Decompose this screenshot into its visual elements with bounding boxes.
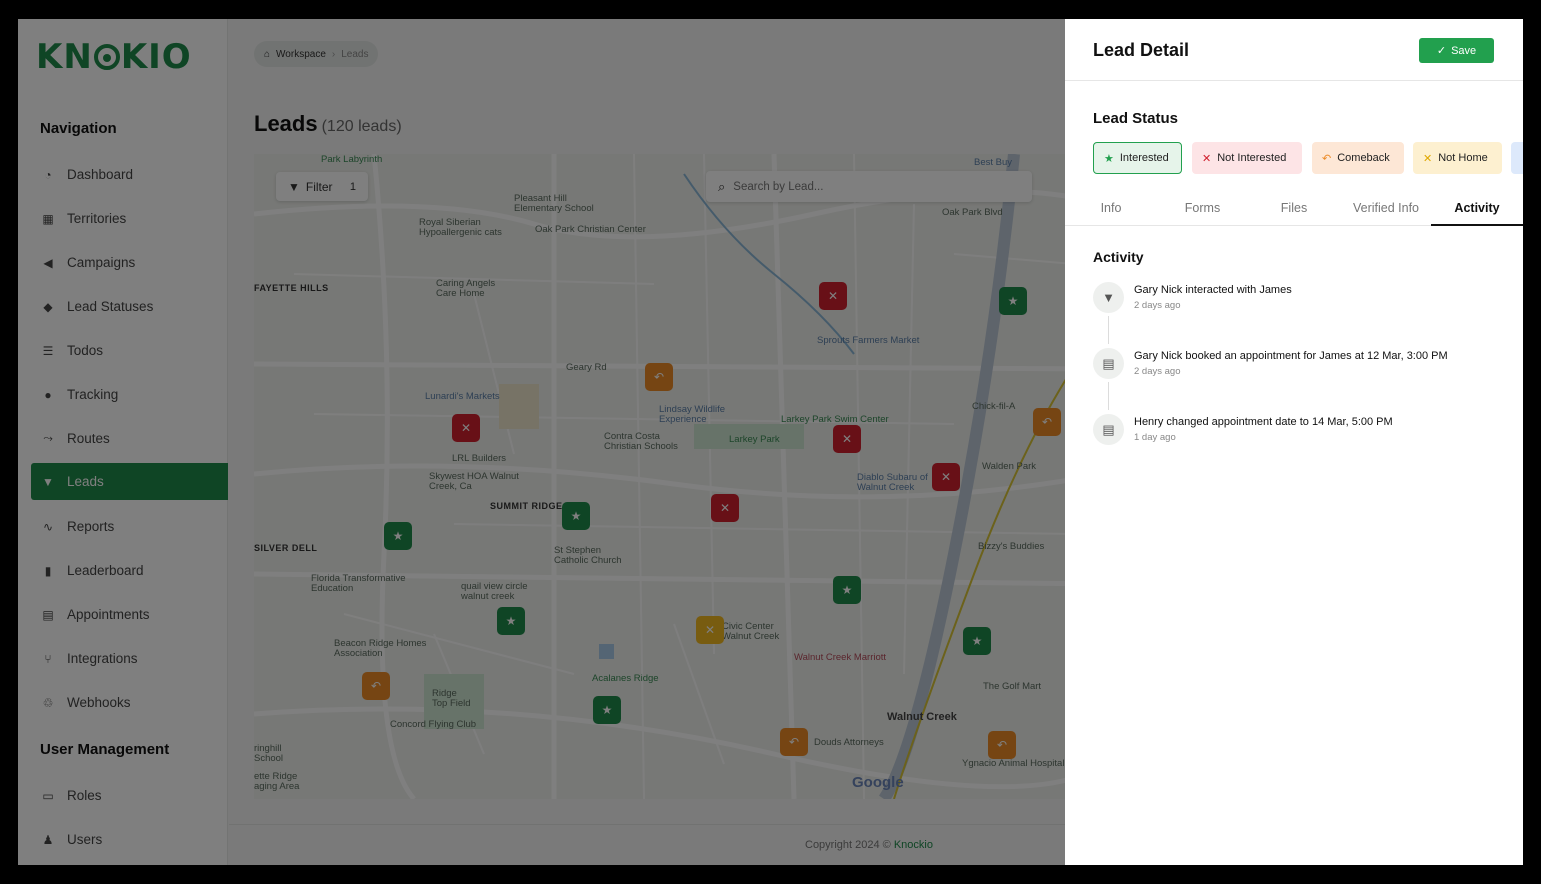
- activity-time: 2 days ago: [1134, 300, 1181, 311]
- activity-time: 1 day ago: [1134, 432, 1176, 443]
- funnel-icon: ▼: [1093, 282, 1124, 313]
- calendar-icon: ▤: [1093, 414, 1124, 445]
- detail-tabs: Info Forms Files Verified Info Activity: [1065, 190, 1523, 226]
- timeline-connector: [1108, 382, 1109, 410]
- status-chip-comeback[interactable]: ↶ Comeback: [1312, 142, 1404, 174]
- status-chip-more[interactable]: [1511, 142, 1523, 174]
- lead-detail-drawer: Lead Detail ✓ Save Lead Status ★ Interes…: [1065, 19, 1523, 865]
- activity-section-title: Activity: [1093, 249, 1144, 265]
- tab-forms[interactable]: Forms: [1175, 190, 1230, 226]
- lead-status-title: Lead Status: [1093, 110, 1179, 127]
- status-chip-not-home[interactable]: ✕ Not Home: [1413, 142, 1502, 174]
- not-interested-icon: ✕: [1202, 152, 1212, 165]
- check-icon: ✓: [1436, 45, 1447, 57]
- status-chip-label: Not Home: [1438, 152, 1488, 164]
- tab-verified-info[interactable]: Verified Info: [1345, 190, 1427, 226]
- status-chip-label: Interested: [1119, 152, 1169, 164]
- activity-text: Gary Nick booked an appointment for Jame…: [1134, 350, 1448, 362]
- drawer-header: Lead Detail ✓ Save: [1065, 19, 1523, 81]
- status-chip-label: Not Interested: [1217, 152, 1287, 164]
- activity-text: Henry changed appointment date to 14 Mar…: [1134, 416, 1393, 428]
- activity-time: 2 days ago: [1134, 366, 1181, 377]
- tab-info[interactable]: Info: [1087, 190, 1135, 226]
- activity-text: Gary Nick interacted with James: [1134, 284, 1292, 296]
- drawer-title: Lead Detail: [1093, 40, 1190, 60]
- status-chip-not-interested[interactable]: ✕ Not Interested: [1192, 142, 1302, 174]
- return-arrow-icon: ↶: [1322, 152, 1332, 165]
- star-icon: ★: [1104, 152, 1114, 165]
- calendar-icon: ▤: [1093, 348, 1124, 379]
- tab-files[interactable]: Files: [1270, 190, 1318, 226]
- modal-backdrop[interactable]: [18, 19, 1065, 865]
- save-button[interactable]: ✓ Save: [1419, 38, 1494, 63]
- save-label: Save: [1451, 44, 1477, 57]
- not-home-icon: ✕: [1423, 152, 1433, 165]
- tab-activity[interactable]: Activity: [1431, 190, 1523, 226]
- status-chip-interested[interactable]: ★ Interested: [1093, 142, 1182, 174]
- app-window: KNKIO Navigation ◔Dashboard ▦Territories…: [18, 19, 1523, 865]
- status-chip-label: Comeback: [1337, 152, 1390, 164]
- timeline-connector: [1108, 316, 1109, 344]
